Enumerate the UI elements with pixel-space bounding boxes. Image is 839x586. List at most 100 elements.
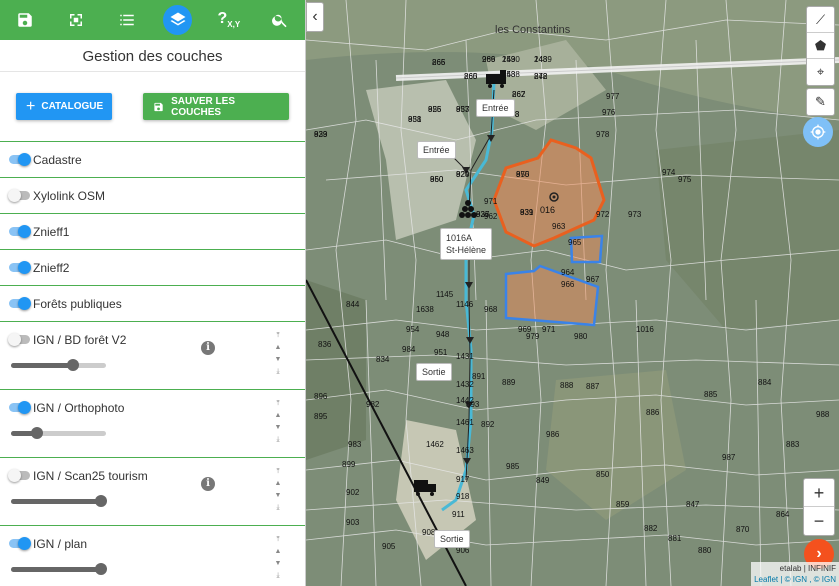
entry-label[interactable]: Entrée [417,141,456,159]
parcel-number: 886 [646,408,660,417]
parcel-number: 964 [561,268,575,277]
locate-button[interactable] [803,117,833,147]
wood-stack-label[interactable]: 1016A St-Hélène [440,228,493,260]
fullscreen-icon[interactable] [58,3,95,37]
reorder-arrows[interactable]: ⤒ ▲ ▼ ⤓ [273,466,283,514]
layer-name: IGN / Scan25 tourism [33,469,148,483]
move-up-icon: ▲ [274,480,282,487]
collapse-sidebar-button[interactable]: ‹ [306,2,324,32]
zoom-control: + − [803,478,835,536]
layer-name: Znieff1 [33,225,70,239]
opacity-slider[interactable] [11,563,108,575]
layer-name: IGN / BD forêt V2 [33,333,127,347]
parcel-number: 880 [698,546,712,555]
parcel-number: 895 [314,412,328,421]
draw-polygon-icon[interactable]: ⬟ [807,33,834,59]
parcel-number: 977 [606,92,620,101]
parcel-number: 976 [602,108,616,117]
parcel-number: 967 [586,275,600,284]
draw-line-icon[interactable]: ⟋ [807,7,834,33]
search-icon[interactable] [261,3,298,37]
parcel-number: 951 [434,348,448,357]
move-bottom-icon: ⤓ [276,504,280,511]
layer-toggle[interactable] [9,225,31,238]
parcel-number: 974 [662,168,676,177]
list-icon[interactable] [109,3,146,37]
parcel-number: 1432 [456,380,474,389]
layer-toggle[interactable] [8,189,30,202]
layer-toggle[interactable] [8,333,30,346]
top-toolbar: ?X,Y [0,0,305,40]
parcel-number: 988 [816,410,830,419]
move-top-icon: ⤒ [276,332,280,339]
draw-marker-icon[interactable]: ⌖ [807,59,834,85]
reorder-arrows[interactable]: ⤒ ▲ ▼ ⤓ [273,534,283,582]
parcel-number: 971 [484,197,498,206]
parcel-number: 965 [568,238,582,247]
opacity-slider[interactable] [11,359,106,371]
edit-toolbar: ✎ [806,88,835,116]
parcel-number: 1145 [436,290,454,299]
layers-icon[interactable] [163,5,193,35]
entry-label[interactable]: Entrée [476,99,515,117]
save-layers-button[interactable]: SAUVER LES COUCHES [143,93,289,120]
parcel-number: 948 [436,330,450,339]
layer-toggle[interactable] [9,537,31,550]
save-icon[interactable] [7,3,44,37]
move-top-icon: ⤒ [276,536,280,543]
parcel-id-label: 016 [540,205,556,215]
parcel-number: 918 [456,492,470,501]
parcel-number: 888 [560,381,574,390]
layer-toggle[interactable] [8,469,30,482]
save-icon [154,102,163,111]
layer-name: Xylolink OSM [33,189,106,203]
info-icon[interactable]: i [201,341,215,355]
move-top-icon: ⤒ [276,468,280,475]
parcel-number: 884 [758,378,772,387]
parcel-number: 865 [464,72,478,81]
move-bottom-icon: ⤓ [276,572,280,579]
parcel-number: 1430 [502,55,520,64]
parcel-number: 824 [456,170,470,179]
layer-toggle[interactable] [9,261,31,274]
parcel-number: 973 [628,210,642,219]
layer-toggle[interactable] [9,153,31,166]
help-xy-icon[interactable]: ?X,Y [210,3,247,37]
exit-label[interactable]: Sortie [416,363,452,381]
parcel-number: 902 [346,488,360,497]
wood-stack-place: St-Hélène [446,245,487,255]
parcel-number: 905 [382,542,396,551]
exit-label[interactable]: Sortie [434,530,470,548]
edit-icon[interactable]: ✎ [807,89,834,115]
draw-toolbar: ⟋ ⬟ ⌖ [806,6,835,86]
layer-item-cadastre: Cadastre [0,142,305,178]
layer-toggle[interactable] [9,401,31,414]
reorder-arrows[interactable]: ⤒ ▲ ▼ ⤓ [273,330,283,378]
catalogue-button[interactable]: + CATALOGUE [16,93,112,120]
info-icon[interactable]: i [201,477,215,491]
parcel-number: 1438 [502,70,520,79]
parcel-number: 917 [456,475,470,484]
parcel-number: 882 [644,524,658,533]
parcel-number: 972 [596,210,610,219]
parcel-number: 892 [481,420,495,429]
parcel-number: 885 [704,390,718,399]
zoom-in-button[interactable]: + [804,479,834,507]
parcel-number: 893 [466,400,480,409]
opacity-slider[interactable] [11,495,108,507]
parcel-number: 954 [406,325,420,334]
layer-item-ign-scan25: IGN / Scan25 tourism i ⤒ ▲ ▼ ⤓ [0,458,305,526]
layer-name: Forêts publiques [33,297,122,311]
parcel-number: 971 [542,325,556,334]
attribution-link[interactable]: Leaflet | © IGN , © IGN [754,574,836,585]
map-view[interactable]: 2662592482582652602482622639239259339319… [306,0,839,586]
map-canvas[interactable] [306,0,839,586]
parcel-number: 866 [432,58,446,67]
parcel-number: 827 [476,210,490,219]
opacity-slider[interactable] [11,427,106,439]
plus-icon: + [26,97,36,115]
zoom-out-button[interactable]: − [804,507,834,535]
app-window: ?X,Y Gestion des couches + CATALOGUE SAU… [0,0,839,586]
layer-toggle[interactable] [9,297,31,310]
reorder-arrows[interactable]: ⤒ ▲ ▼ ⤓ [273,398,283,446]
